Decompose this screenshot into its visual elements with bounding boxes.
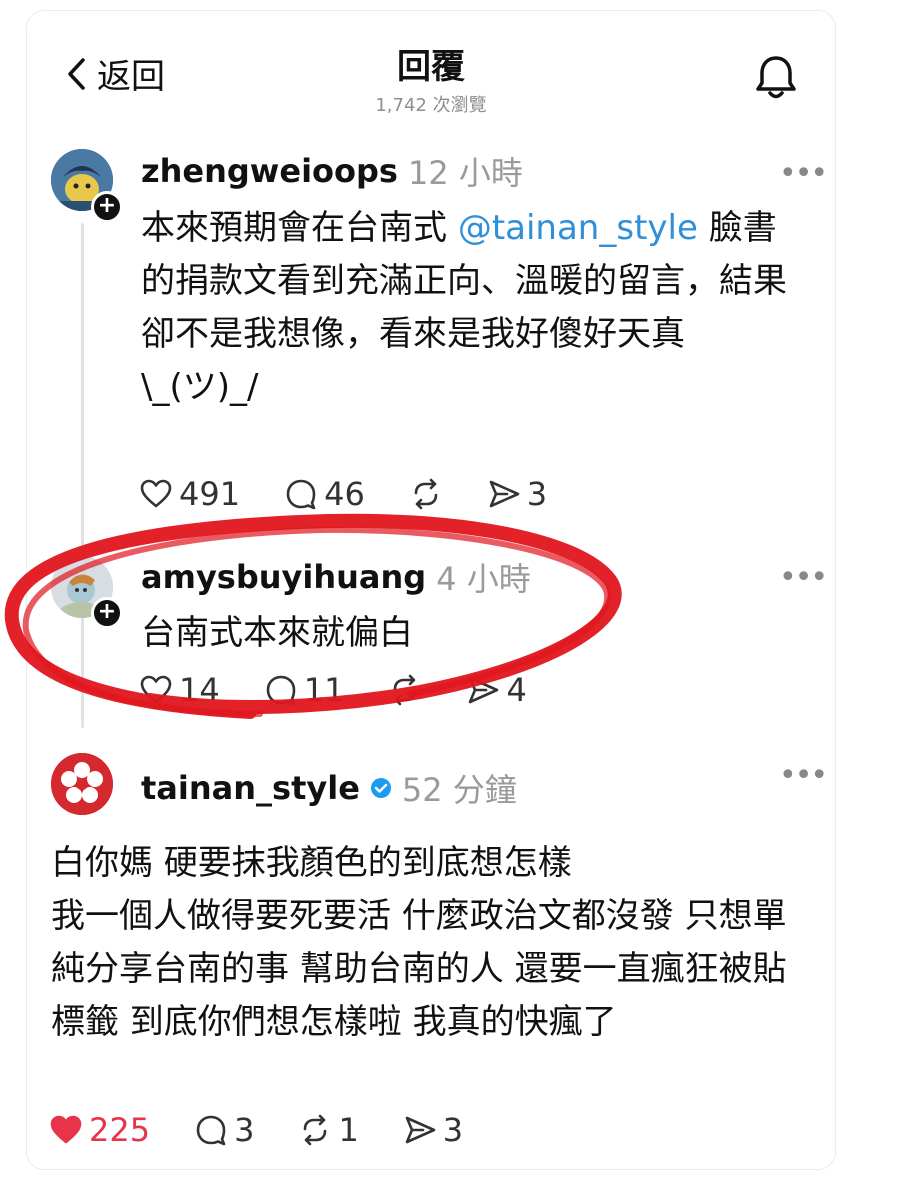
post-text: 本來預期會在台南式 @tainan_style 臉書的捐款文看到充滿正向、溫暖的…	[141, 208, 787, 407]
repost-button[interactable]	[409, 477, 443, 511]
repost-icon	[394, 674, 417, 706]
mention-link[interactable]: @tainan_style	[458, 208, 698, 248]
post-actions: 491 46 3	[139, 475, 591, 513]
post-text: 台南式本來就偏白	[141, 613, 413, 653]
avatar-tainan-style[interactable]	[51, 753, 113, 815]
post-header: zhengweioops 12 小時	[141, 148, 523, 194]
send-button[interactable]: 3	[403, 1111, 463, 1149]
repost-button[interactable]	[388, 673, 422, 707]
thread-line	[81, 223, 84, 728]
comment-button[interactable]: 11	[264, 671, 344, 709]
post-text: 白你媽 硬要抹我顏色的到底想怎樣 我一個人做得要死要活 什麼政治文都沒發 只想單…	[51, 843, 787, 1042]
send-icon	[405, 1116, 436, 1144]
repost-icon	[304, 1114, 327, 1146]
comment-button[interactable]: 3	[194, 1111, 254, 1149]
timestamp: 52 分鐘	[401, 771, 517, 809]
timestamp: 12 小時	[407, 154, 523, 192]
post-header: tainan_style 52 分鐘	[141, 765, 517, 811]
send-button[interactable]: 3	[487, 475, 547, 513]
view-count: 1,742 次瀏覽	[375, 95, 487, 116]
timestamp: 4 小時	[436, 560, 531, 598]
heart-icon	[140, 675, 172, 704]
send-button[interactable]: 4	[466, 671, 527, 709]
page-title: 回覆	[397, 47, 465, 87]
post-actions: 225 3 1 3	[49, 1111, 507, 1149]
comment-icon	[286, 479, 316, 510]
heart-icon	[140, 479, 172, 508]
more-icon[interactable]: •••	[779, 563, 828, 593]
comment-button[interactable]: 46	[284, 475, 365, 513]
bell-icon[interactable]	[753, 53, 799, 101]
repost-icon	[414, 478, 438, 510]
post-actions: 14 11 4	[139, 671, 571, 709]
follow-plus-icon[interactable]: +	[91, 191, 123, 223]
heart-icon	[50, 1115, 82, 1144]
send-icon	[469, 676, 499, 704]
repost-button[interactable]: 1	[298, 1111, 359, 1149]
username[interactable]: tainan_style	[141, 769, 360, 807]
comment-icon	[266, 675, 296, 706]
like-button[interactable]: 14	[139, 671, 220, 709]
username[interactable]: amysbuyihuang	[141, 558, 426, 596]
more-icon[interactable]: •••	[779, 761, 828, 791]
like-button[interactable]: 491	[139, 475, 240, 513]
username[interactable]: zhengweioops	[141, 152, 398, 190]
emoticon: \_(ツ)_/	[141, 367, 259, 407]
more-icon[interactable]: •••	[779, 159, 828, 189]
comment-icon	[196, 1115, 226, 1146]
send-icon	[489, 480, 520, 508]
post-header: amysbuyihuang 4 小時	[141, 554, 531, 600]
reply-thread-card: 返回 回覆 1,742 次瀏覽 + zhengweioops 12 小時 •••…	[26, 10, 836, 1170]
follow-plus-icon[interactable]: +	[91, 597, 123, 629]
like-button[interactable]: 225	[49, 1111, 150, 1149]
verified-icon	[370, 778, 391, 798]
